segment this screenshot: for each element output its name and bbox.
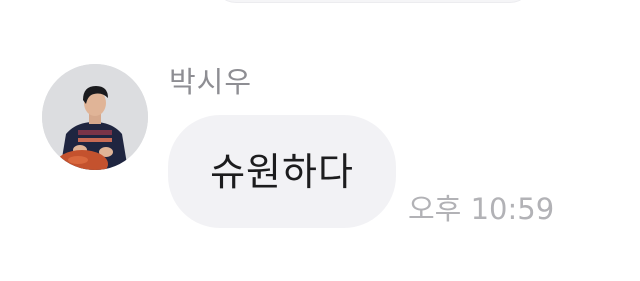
previous-message-bubble[interactable] [214,0,532,3]
chat-screen: 박시우 슈원하다 오후 10:59 [0,0,640,281]
sender-avatar[interactable] [42,64,148,170]
message-bubble[interactable]: 슈원하다 [168,115,396,228]
avatar-photo-icon [42,64,148,170]
message-text: 슈원하다 [210,149,354,194]
sender-name: 박시우 [169,65,253,99]
message-timestamp: 오후 10:59 [408,192,555,226]
